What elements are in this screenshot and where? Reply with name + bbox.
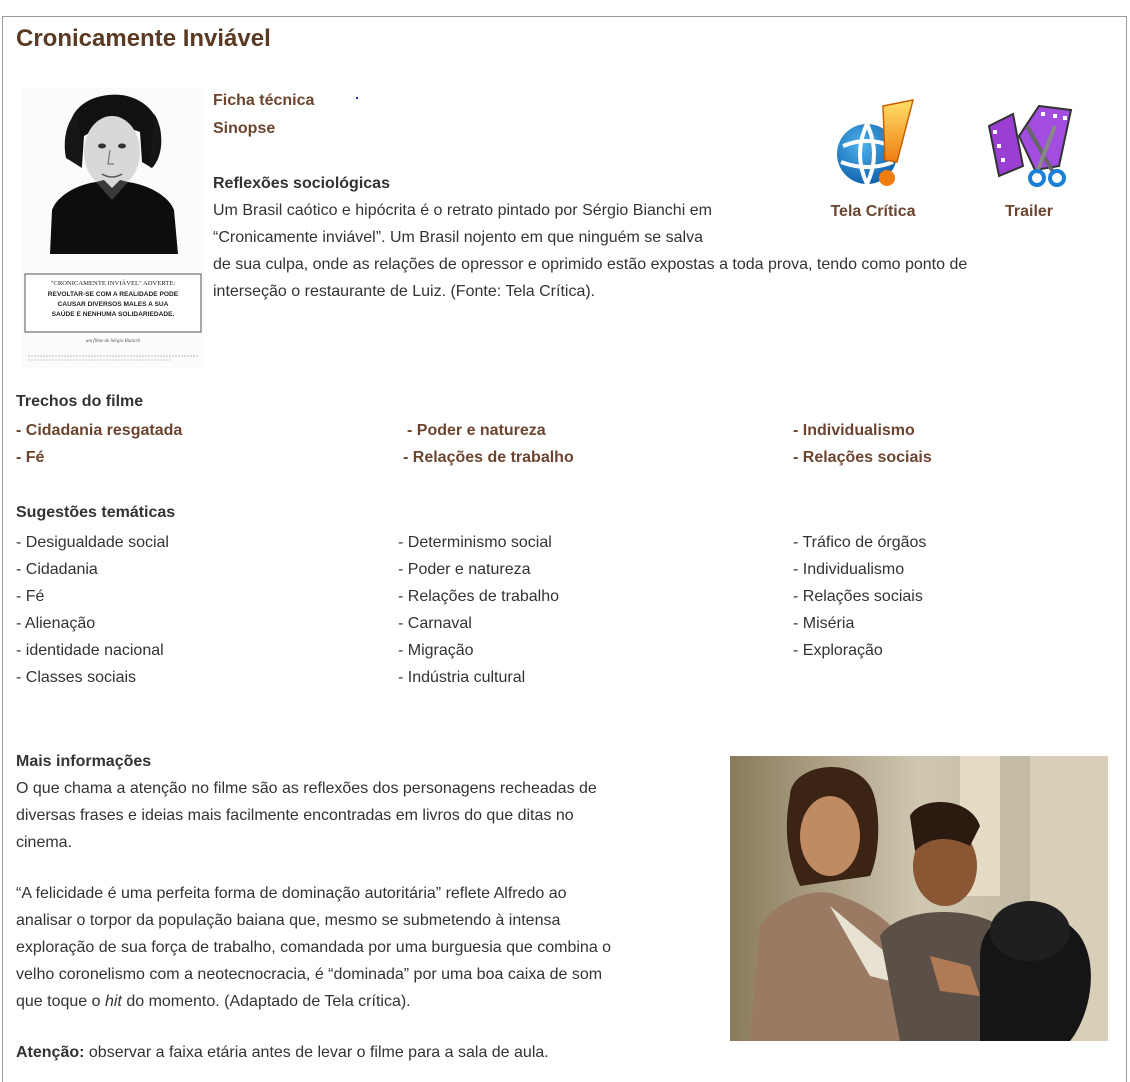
trechos-item[interactable]: - Cidadania resgatada — [16, 417, 182, 444]
reflexoes-heading: Reflexões sociológicas — [213, 175, 390, 192]
reflexoes-line: interseção o restaurante de Luiz. (Fonte… — [213, 283, 596, 300]
trechos-col-1: - Cidadania resgatada - Fé — [16, 417, 182, 471]
poster-warning-line: CAUSAR DIVERSOS MALES A SUA — [58, 301, 169, 308]
trailer-link[interactable]: Trailer — [974, 96, 1084, 221]
hit-emphasis: hit — [104, 993, 122, 1010]
poster-warning-line: SAÚDE E NENHUMA SOLIDARIEDADE. — [52, 309, 175, 318]
sugestao-item: - Poder e natureza — [398, 561, 531, 578]
sugestoes-col-2: - Determinismo social - Poder e natureza… — [398, 529, 559, 691]
mais-line: cinema. — [16, 834, 73, 851]
trechos-item[interactable]: - Relações de trabalho — [403, 444, 574, 471]
trechos-col-2: - Poder e natureza - Relações de trabalh… — [403, 417, 574, 471]
reflexoes-line: de sua culpa, onde as relações de opress… — [213, 256, 968, 273]
sugestao-item: - Relações sociais — [793, 588, 923, 605]
sugestao-item: - Classes sociais — [16, 669, 137, 686]
sugestao-item: - Cidadania — [16, 561, 98, 578]
atencao-line: Atenção: observar a faixa etária antes d… — [16, 1039, 716, 1066]
trechos-item[interactable]: - Individualismo — [793, 417, 932, 444]
sugestao-item: - Tráfico de órgãos — [793, 534, 927, 551]
mais-line: “A felicidade é uma perfeita forma de do… — [16, 885, 567, 902]
mais-line: analisar o torpor da população baiana qu… — [16, 912, 561, 929]
sugestao-item: - Migração — [398, 642, 474, 659]
sugestao-item: - Indústria cultural — [398, 669, 526, 686]
trailer-label[interactable]: Trailer — [974, 203, 1084, 221]
atencao-label: Atenção: — [16, 1044, 85, 1061]
sugestao-item: - Miséria — [793, 615, 855, 632]
mais-line-part: do momento. (Adaptado de Tela crítica). — [121, 993, 411, 1010]
sugestao-item: - Alienação — [16, 615, 96, 632]
sugestoes-col-1: - Desigualdade social - Cidadania - Fé -… — [16, 529, 169, 691]
film-poster: "CRONICAMENTE INVIÁVEL" ADVERTE: REVOLTA… — [22, 88, 204, 368]
sugestao-item: - Exploração — [793, 642, 883, 659]
mais-line: que toque o hit do momento. (Adaptado de… — [16, 988, 716, 1015]
mais-line: exploração de sua força de trabalho, com… — [16, 939, 612, 956]
film-scissors-icon — [987, 104, 1073, 187]
trechos-col-3: - Individualismo - Relações sociais — [793, 417, 932, 471]
tela-critica-label[interactable]: Tela Crítica — [818, 203, 928, 221]
sugestao-item: - Desigualdade social — [16, 534, 169, 551]
film-still-photo — [730, 756, 1108, 1041]
mais-line: O que chama a atenção no filme são as re… — [16, 780, 597, 797]
mais-line: velho coronelismo com a neotecnocracia, … — [16, 966, 603, 983]
sugestao-item: - Fé — [16, 588, 45, 605]
sinopse-link[interactable]: Sinopse — [213, 120, 275, 138]
ficha-tecnica-link[interactable]: Ficha técnica — [213, 92, 314, 110]
mais-line: diversas frases e ideias mais facilmente… — [16, 807, 574, 824]
poster-warning-line: "CRONICAMENTE INVIÁVEL" ADVERTE: — [51, 279, 176, 287]
decorative-dot — [356, 97, 358, 99]
poster-signature: um filme de Sérgio Bianchi — [86, 339, 141, 344]
sugestao-item: - identidade nacional — [16, 642, 164, 659]
globe-exclamation-icon — [837, 99, 915, 186]
mais-informacoes-heading: Mais informações — [16, 753, 152, 770]
sugestao-item: - Determinismo social — [398, 534, 552, 551]
trechos-item[interactable]: - Poder e natureza — [403, 417, 574, 444]
sugestoes-heading: Sugestões temáticas — [16, 504, 176, 521]
trechos-item[interactable]: - Relações sociais — [793, 444, 932, 471]
reflexoes-line: “Cronicamente inviável”. Um Brasil nojen… — [213, 229, 703, 246]
trechos-item[interactable]: - Fé — [16, 444, 182, 471]
poster-warning-line: REVOLTAR-SE COM A REALIDADE PODE — [48, 291, 179, 298]
trechos-heading: Trechos do filme — [16, 393, 144, 410]
tela-critica-link[interactable]: Tela Crítica — [818, 96, 928, 221]
poster-portrait: "CRONICAMENTE INVIÁVEL" ADVERTE: REVOLTA… — [22, 88, 204, 368]
atencao-text: observar a faixa etária antes de levar o… — [84, 1044, 549, 1061]
page-title: Cronicamente Inviável — [16, 25, 271, 52]
sugestoes-col-3: - Tráfico de órgãos - Individualismo - R… — [793, 529, 926, 664]
sugestao-item: - Relações de trabalho — [398, 588, 559, 605]
mais-line-part: que toque o — [16, 993, 105, 1010]
mais-informacoes-body: O que chama a atenção no filme são as re… — [16, 775, 716, 1066]
sugestao-item: - Individualismo — [793, 561, 905, 578]
sugestao-item: - Carnaval — [398, 615, 472, 632]
